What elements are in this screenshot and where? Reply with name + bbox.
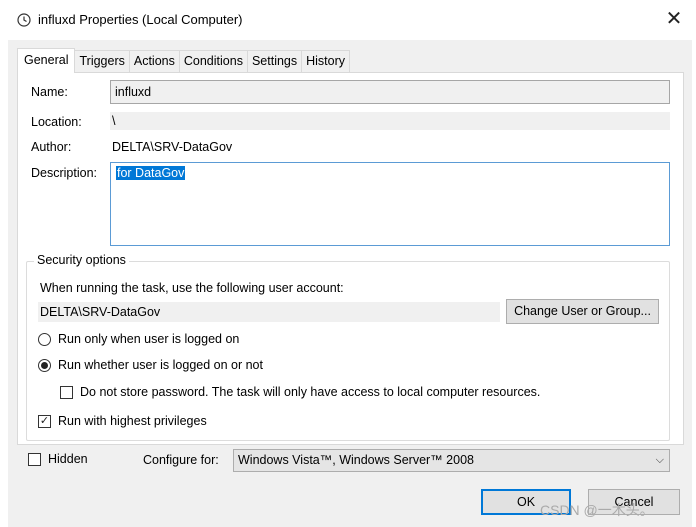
checkbox-do-not-store-password[interactable]: [60, 386, 73, 399]
tab-settings[interactable]: Settings: [247, 50, 303, 73]
hidden-label[interactable]: Hidden: [48, 452, 88, 466]
radio-run-when-logged-on-label[interactable]: Run only when user is logged on: [58, 332, 239, 346]
radio-run-whether-logged-on[interactable]: [38, 359, 51, 372]
task-scheduler-icon: [17, 13, 31, 27]
radio-run-when-logged-on[interactable]: [38, 333, 51, 346]
radio-run-whether-logged-on-label[interactable]: Run whether user is logged on or not: [58, 358, 263, 372]
tab-strip: General Triggers Actions Conditions Sett…: [17, 48, 351, 73]
watermark: CSDN @一木头。: [540, 502, 654, 518]
window-title: influxd Properties (Local Computer): [38, 12, 243, 27]
author-label: Author:: [31, 140, 72, 154]
do-not-store-password-label[interactable]: Do not store password. The task will onl…: [80, 385, 540, 399]
configure-for-dropdown[interactable]: Windows Vista™, Windows Server™ 2008 ⌵: [233, 449, 670, 472]
configure-for-label: Configure for:: [143, 453, 219, 467]
security-options-legend: Security options: [34, 253, 129, 267]
name-label: Name:: [31, 85, 68, 99]
check-icon: ✓: [39, 415, 50, 427]
account-prompt: When running the task, use the following…: [40, 281, 344, 295]
description-selected-text: for DataGov: [116, 166, 186, 180]
tab-history[interactable]: History: [302, 50, 351, 73]
name-field[interactable]: influxd: [110, 80, 670, 104]
tab-triggers[interactable]: Triggers: [75, 50, 130, 73]
close-button[interactable]: ✕: [656, 6, 692, 34]
tab-actions[interactable]: Actions: [129, 50, 180, 73]
chevron-down-icon: ⌵: [655, 454, 664, 466]
highest-privileges-label[interactable]: Run with highest privileges: [58, 414, 207, 428]
description-label: Description:: [31, 166, 97, 180]
close-icon: ✕: [665, 8, 683, 30]
checkbox-highest-privileges[interactable]: ✓: [38, 415, 51, 428]
tab-conditions[interactable]: Conditions: [179, 50, 248, 73]
description-textarea[interactable]: for DataGov: [110, 162, 670, 246]
location-label: Location:: [31, 115, 82, 129]
configure-for-value: Windows Vista™, Windows Server™ 2008: [238, 453, 474, 467]
location-value: \: [110, 112, 670, 130]
account-value: DELTA\SRV-DataGov: [38, 302, 500, 322]
tab-general[interactable]: General: [17, 48, 76, 73]
change-user-or-group-button[interactable]: Change User or Group...: [506, 299, 659, 324]
author-value: DELTA\SRV-DataGov: [112, 140, 233, 154]
checkbox-hidden[interactable]: [28, 453, 41, 466]
